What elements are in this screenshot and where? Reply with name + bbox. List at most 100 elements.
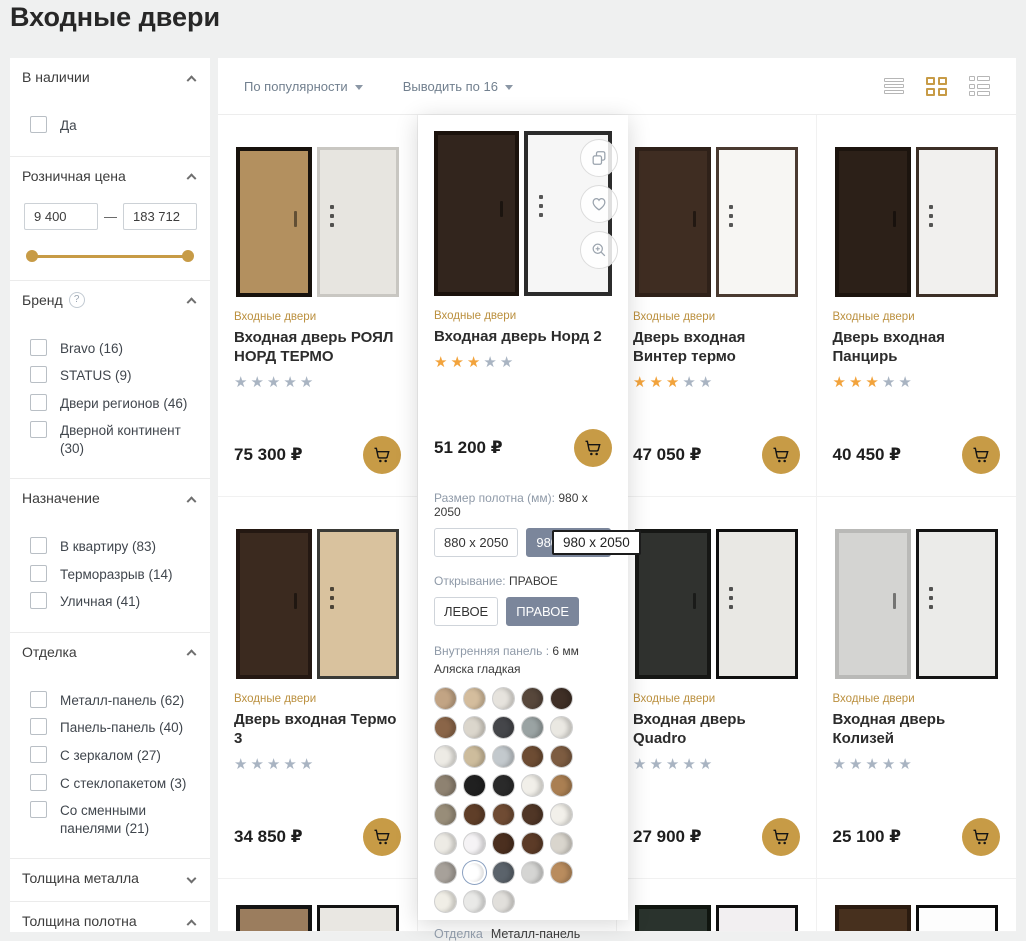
panel-swatch[interactable] bbox=[434, 687, 457, 710]
panel-swatch[interactable] bbox=[492, 687, 515, 710]
checkbox[interactable] bbox=[30, 565, 47, 582]
product-image[interactable] bbox=[633, 517, 800, 679]
chevron-up-icon[interactable] bbox=[187, 297, 197, 307]
checkbox[interactable] bbox=[30, 592, 47, 609]
product-title[interactable]: Входная дверь Колизей bbox=[833, 710, 1001, 748]
add-to-cart-button[interactable] bbox=[762, 436, 800, 474]
table-view-icon[interactable] bbox=[969, 76, 991, 96]
chevron-up-icon[interactable] bbox=[187, 496, 197, 506]
panel-swatch[interactable] bbox=[521, 861, 544, 884]
panel-swatch[interactable] bbox=[492, 774, 515, 797]
panel-swatch[interactable] bbox=[550, 803, 573, 826]
add-to-cart-button[interactable] bbox=[962, 436, 1000, 474]
checkbox[interactable] bbox=[30, 366, 47, 383]
section-toggle-metal-thickness[interactable]: Толщина металла bbox=[22, 867, 198, 889]
price-range-slider[interactable] bbox=[26, 250, 194, 262]
product-card-partial[interactable] bbox=[617, 879, 817, 932]
panel-swatch[interactable] bbox=[550, 832, 573, 855]
panel-swatch[interactable] bbox=[521, 687, 544, 710]
checkbox[interactable] bbox=[30, 801, 47, 818]
price-min-input[interactable]: 9 400 bbox=[24, 203, 98, 230]
section-toggle-brand[interactable]: Бренд ? bbox=[22, 289, 198, 311]
panel-swatches[interactable] bbox=[434, 687, 584, 913]
checkbox[interactable] bbox=[30, 339, 47, 356]
chevron-up-icon[interactable] bbox=[187, 75, 197, 85]
chevron-down-icon[interactable] bbox=[187, 873, 197, 883]
filter-option-with-mirror[interactable]: С зеркалом (27) bbox=[30, 746, 198, 765]
product-image[interactable] bbox=[833, 135, 1001, 297]
category-link[interactable]: Входные двери bbox=[234, 311, 401, 323]
panel-swatch[interactable] bbox=[550, 861, 573, 884]
section-toggle-finish[interactable]: Отделка bbox=[22, 641, 198, 663]
panel-swatch[interactable] bbox=[463, 861, 486, 884]
checkbox[interactable] bbox=[30, 537, 47, 554]
product-title[interactable]: Входная дверь Норд 2 bbox=[434, 327, 612, 346]
panel-swatch[interactable] bbox=[434, 890, 457, 913]
product-image[interactable] bbox=[633, 905, 800, 932]
product-card[interactable]: Входные двери Входная дверь Колизей ★★★★… bbox=[817, 497, 1017, 879]
slider-knob-max[interactable] bbox=[182, 250, 194, 262]
filter-option-dveri-regionov[interactable]: Двери регионов (46) bbox=[30, 394, 198, 413]
filter-option-metal-panel[interactable]: Металл-панель (62) bbox=[30, 691, 198, 710]
checkbox[interactable] bbox=[30, 394, 47, 411]
add-to-cart-button[interactable] bbox=[363, 818, 401, 856]
panel-swatch[interactable] bbox=[463, 890, 486, 913]
category-link[interactable]: Входные двери bbox=[833, 693, 1001, 705]
panel-swatch[interactable] bbox=[550, 687, 573, 710]
panel-swatch[interactable] bbox=[521, 832, 544, 855]
panel-swatch[interactable] bbox=[463, 774, 486, 797]
category-link[interactable]: Входные двери bbox=[833, 311, 1001, 323]
panel-swatch[interactable] bbox=[434, 774, 457, 797]
checkbox[interactable] bbox=[30, 691, 47, 708]
section-toggle-purpose[interactable]: Назначение bbox=[22, 487, 198, 509]
help-icon[interactable]: ? bbox=[69, 292, 85, 308]
panel-swatch[interactable] bbox=[550, 716, 573, 739]
add-to-cart-button[interactable] bbox=[363, 436, 401, 474]
product-title[interactable]: Входная дверь Quadro bbox=[633, 710, 800, 748]
price-max-input[interactable]: 183 712 bbox=[123, 203, 197, 230]
category-link[interactable]: Входные двери bbox=[633, 311, 800, 323]
panel-swatch[interactable] bbox=[492, 745, 515, 768]
section-toggle-availability[interactable]: В наличии bbox=[22, 66, 198, 88]
category-link[interactable]: Входные двери bbox=[234, 693, 401, 705]
product-image[interactable] bbox=[234, 517, 401, 679]
per-page-dropdown[interactable]: Выводить по 16 bbox=[403, 79, 513, 94]
checkbox[interactable] bbox=[30, 718, 47, 735]
product-card[interactable]: Входные двери Дверь входная Термо 3 ★★★★… bbox=[218, 497, 418, 879]
chevron-up-icon[interactable] bbox=[187, 919, 197, 929]
filter-option-thermal-break[interactable]: Терморазрыв (14) bbox=[30, 565, 198, 584]
panel-swatch[interactable] bbox=[434, 803, 457, 826]
product-title[interactable]: Дверь входная Винтер термо bbox=[633, 328, 800, 366]
product-image[interactable] bbox=[833, 905, 1001, 932]
sort-dropdown[interactable]: По популярности bbox=[244, 79, 363, 94]
product-image[interactable] bbox=[234, 905, 401, 932]
product-card[interactable]: Входные двери Дверь входная Винтер термо… bbox=[617, 115, 817, 497]
checkbox[interactable] bbox=[30, 746, 47, 763]
wishlist-button[interactable] bbox=[580, 185, 618, 223]
size-option-880[interactable]: 880 x 2050 bbox=[434, 528, 518, 557]
checkbox[interactable] bbox=[30, 116, 47, 133]
filter-option-panel-panel[interactable]: Панель-панель (40) bbox=[30, 718, 198, 737]
filter-option-street[interactable]: Уличная (41) bbox=[30, 592, 198, 611]
chevron-up-icon[interactable] bbox=[187, 650, 197, 660]
checkbox[interactable] bbox=[30, 421, 47, 438]
panel-swatch[interactable] bbox=[434, 861, 457, 884]
panel-swatch[interactable] bbox=[434, 832, 457, 855]
product-image[interactable] bbox=[234, 135, 401, 297]
panel-swatch[interactable] bbox=[550, 774, 573, 797]
product-card[interactable]: Входные двери Входная дверь РОЯЛ НОРД ТЕ… bbox=[218, 115, 418, 497]
product-card-partial[interactable] bbox=[218, 879, 418, 932]
panel-swatch[interactable] bbox=[492, 861, 515, 884]
slider-knob-min[interactable] bbox=[26, 250, 38, 262]
panel-swatch[interactable] bbox=[492, 890, 515, 913]
opening-option-left[interactable]: ЛЕВОЕ bbox=[434, 597, 498, 626]
panel-swatch[interactable] bbox=[521, 745, 544, 768]
product-title[interactable]: Дверь входная Панцирь bbox=[833, 328, 1001, 366]
panel-swatch[interactable] bbox=[492, 803, 515, 826]
category-link[interactable]: Входные двери bbox=[434, 310, 612, 322]
product-card-partial[interactable] bbox=[817, 879, 1017, 932]
product-card[interactable]: Входные двери Входная дверь Quadro ★★★★★… bbox=[617, 497, 817, 879]
product-image[interactable] bbox=[833, 517, 1001, 679]
panel-swatch[interactable] bbox=[434, 745, 457, 768]
slider-track[interactable] bbox=[30, 255, 190, 258]
